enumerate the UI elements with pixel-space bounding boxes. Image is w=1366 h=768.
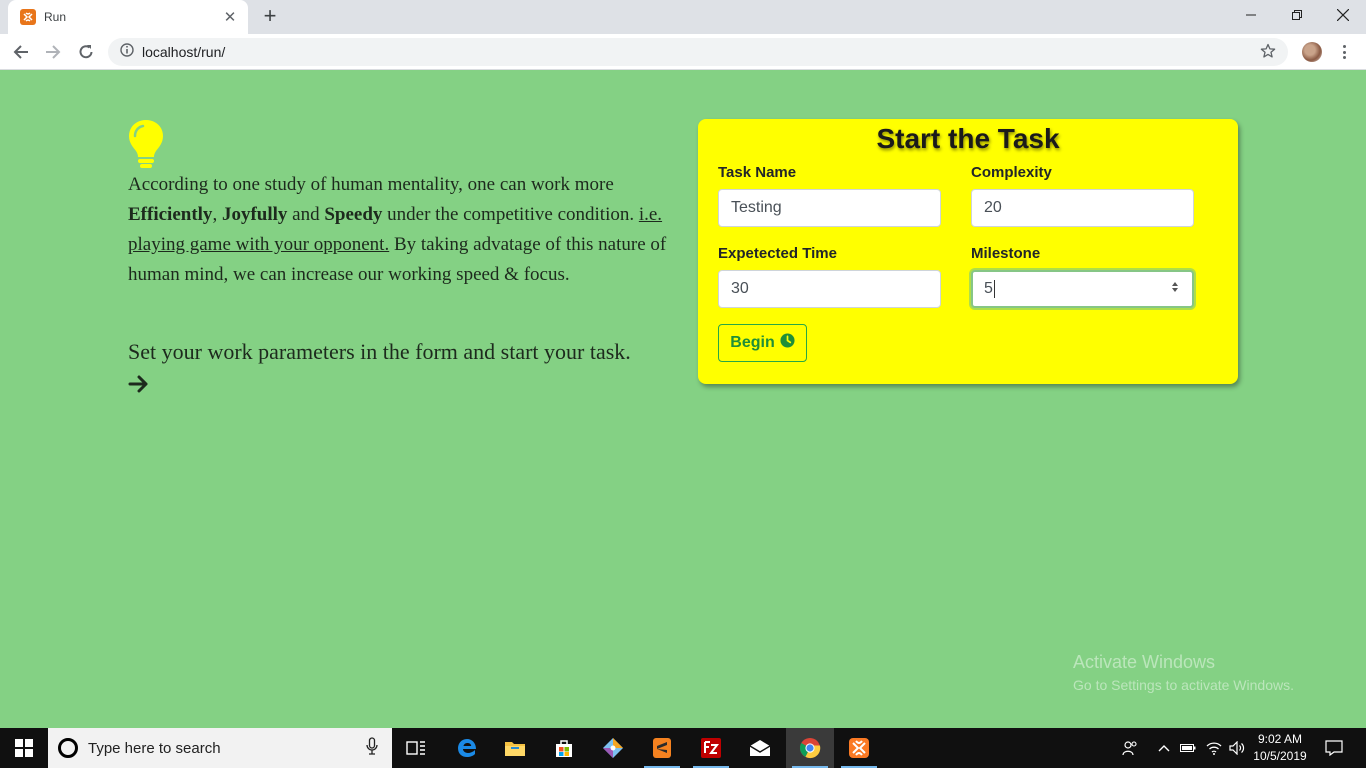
expected-time-label: Expetected Time [718, 245, 837, 262]
form-title: Start the Task [876, 123, 1060, 154]
sublime-text-icon[interactable] [638, 728, 686, 768]
mail-icon[interactable] [736, 728, 784, 768]
action-center-icon[interactable] [1320, 728, 1348, 768]
microsoft-store-icon[interactable] [540, 728, 588, 768]
back-arrow-icon[interactable] [9, 40, 33, 64]
activate-windows-subtitle: Go to Settings to activate Windows. [1073, 677, 1294, 693]
new-tab-button[interactable]: + [258, 5, 282, 29]
people-icon[interactable] [1118, 728, 1142, 768]
task-view-icon[interactable] [392, 728, 440, 768]
info-icon[interactable] [120, 42, 134, 62]
start-task-form: Start the Task Task Name Testing Complex… [698, 119, 1238, 384]
edge-browser-icon[interactable] [443, 728, 491, 768]
complexity-label: Complexity [971, 164, 1052, 181]
complexity-input[interactable]: 20 [971, 189, 1194, 227]
intro-bold-efficiently: Efficiently [128, 204, 213, 225]
milestone-input[interactable]: 5 [971, 270, 1194, 308]
instruction-text: Set your work parameters in the form and… [128, 339, 631, 364]
complexity-value: 20 [984, 199, 1002, 216]
expected-time-value: 30 [731, 280, 749, 297]
intro-bold-speedy: Speedy [324, 204, 383, 225]
stepper-up-icon[interactable] [1172, 282, 1178, 286]
forward-arrow-icon[interactable] [41, 40, 65, 64]
volume-icon[interactable] [1227, 728, 1247, 768]
windows-taskbar: Type here to search 9:02 AM 10/5/2019 [0, 728, 1366, 768]
intro-paragraph: According to one study of human mentalit… [128, 170, 673, 290]
taskbar-search-box[interactable]: Type here to search [48, 728, 392, 768]
url-text: localhost/run/ [142, 44, 226, 60]
battery-icon[interactable] [1178, 728, 1198, 768]
bookmark-star-icon[interactable] [1260, 43, 1276, 64]
tab-title: Run [44, 10, 67, 24]
window-close-button[interactable] [1320, 0, 1366, 30]
arrow-right-icon [128, 374, 150, 399]
profile-avatar[interactable] [1302, 42, 1322, 62]
reload-icon[interactable] [74, 40, 98, 64]
tab-close-icon[interactable]: ✕ [222, 8, 238, 26]
milestone-value: 5 [984, 280, 993, 297]
search-placeholder: Type here to search [88, 739, 221, 757]
intro-text: and [287, 204, 325, 225]
intro-text: under the competitive condition. [382, 204, 639, 225]
begin-label: Begin [730, 334, 775, 351]
activate-windows-title: Activate Windows [1073, 652, 1216, 672]
minimize-button[interactable] [1228, 0, 1274, 30]
intro-text: , [212, 204, 222, 225]
xampp-icon[interactable] [835, 728, 883, 768]
clock-icon [780, 333, 795, 353]
milestone-label: Milestone [971, 245, 1041, 262]
text-caret [993, 280, 995, 298]
milestone-stepper[interactable] [1172, 282, 1178, 292]
browser-tab-run[interactable]: Run ✕ [8, 0, 248, 34]
browser-menu-icon[interactable] [1336, 42, 1352, 62]
expected-time-input[interactable]: 30 [718, 270, 941, 308]
intro-text: According to one study of human mentalit… [128, 174, 614, 195]
filezilla-icon[interactable] [687, 728, 735, 768]
task-name-label: Task Name [718, 164, 797, 181]
xampp-favicon-icon [20, 9, 36, 25]
begin-button[interactable]: Begin [718, 324, 807, 362]
task-name-value: Testing [731, 199, 782, 216]
wifi-icon[interactable] [1203, 728, 1225, 768]
cortana-icon [58, 738, 78, 758]
windows-start-icon[interactable] [0, 728, 48, 768]
browser-toolbar: localhost/run/ [0, 34, 1366, 70]
microphone-icon[interactable] [366, 736, 378, 760]
task-name-input[interactable]: Testing [718, 189, 941, 227]
clock-date: 10/5/2019 [1253, 749, 1307, 763]
intro-bold-joyfully: Joyfully [221, 204, 288, 225]
restore-button[interactable] [1274, 0, 1320, 30]
git-client-icon[interactable] [589, 728, 637, 768]
address-bar[interactable]: localhost/run/ [108, 38, 1288, 66]
chrome-icon[interactable] [786, 728, 834, 768]
chevron-up-icon[interactable] [1154, 728, 1174, 768]
taskbar-clock[interactable]: 9:02 AM 10/5/2019 [1252, 731, 1308, 765]
lightbulb-icon [128, 119, 164, 174]
clock-time: 9:02 AM [1257, 732, 1303, 746]
browser-tabstrip: Run ✕ + [0, 0, 1366, 34]
file-explorer-icon[interactable] [491, 728, 539, 768]
stepper-down-icon[interactable] [1172, 288, 1178, 292]
